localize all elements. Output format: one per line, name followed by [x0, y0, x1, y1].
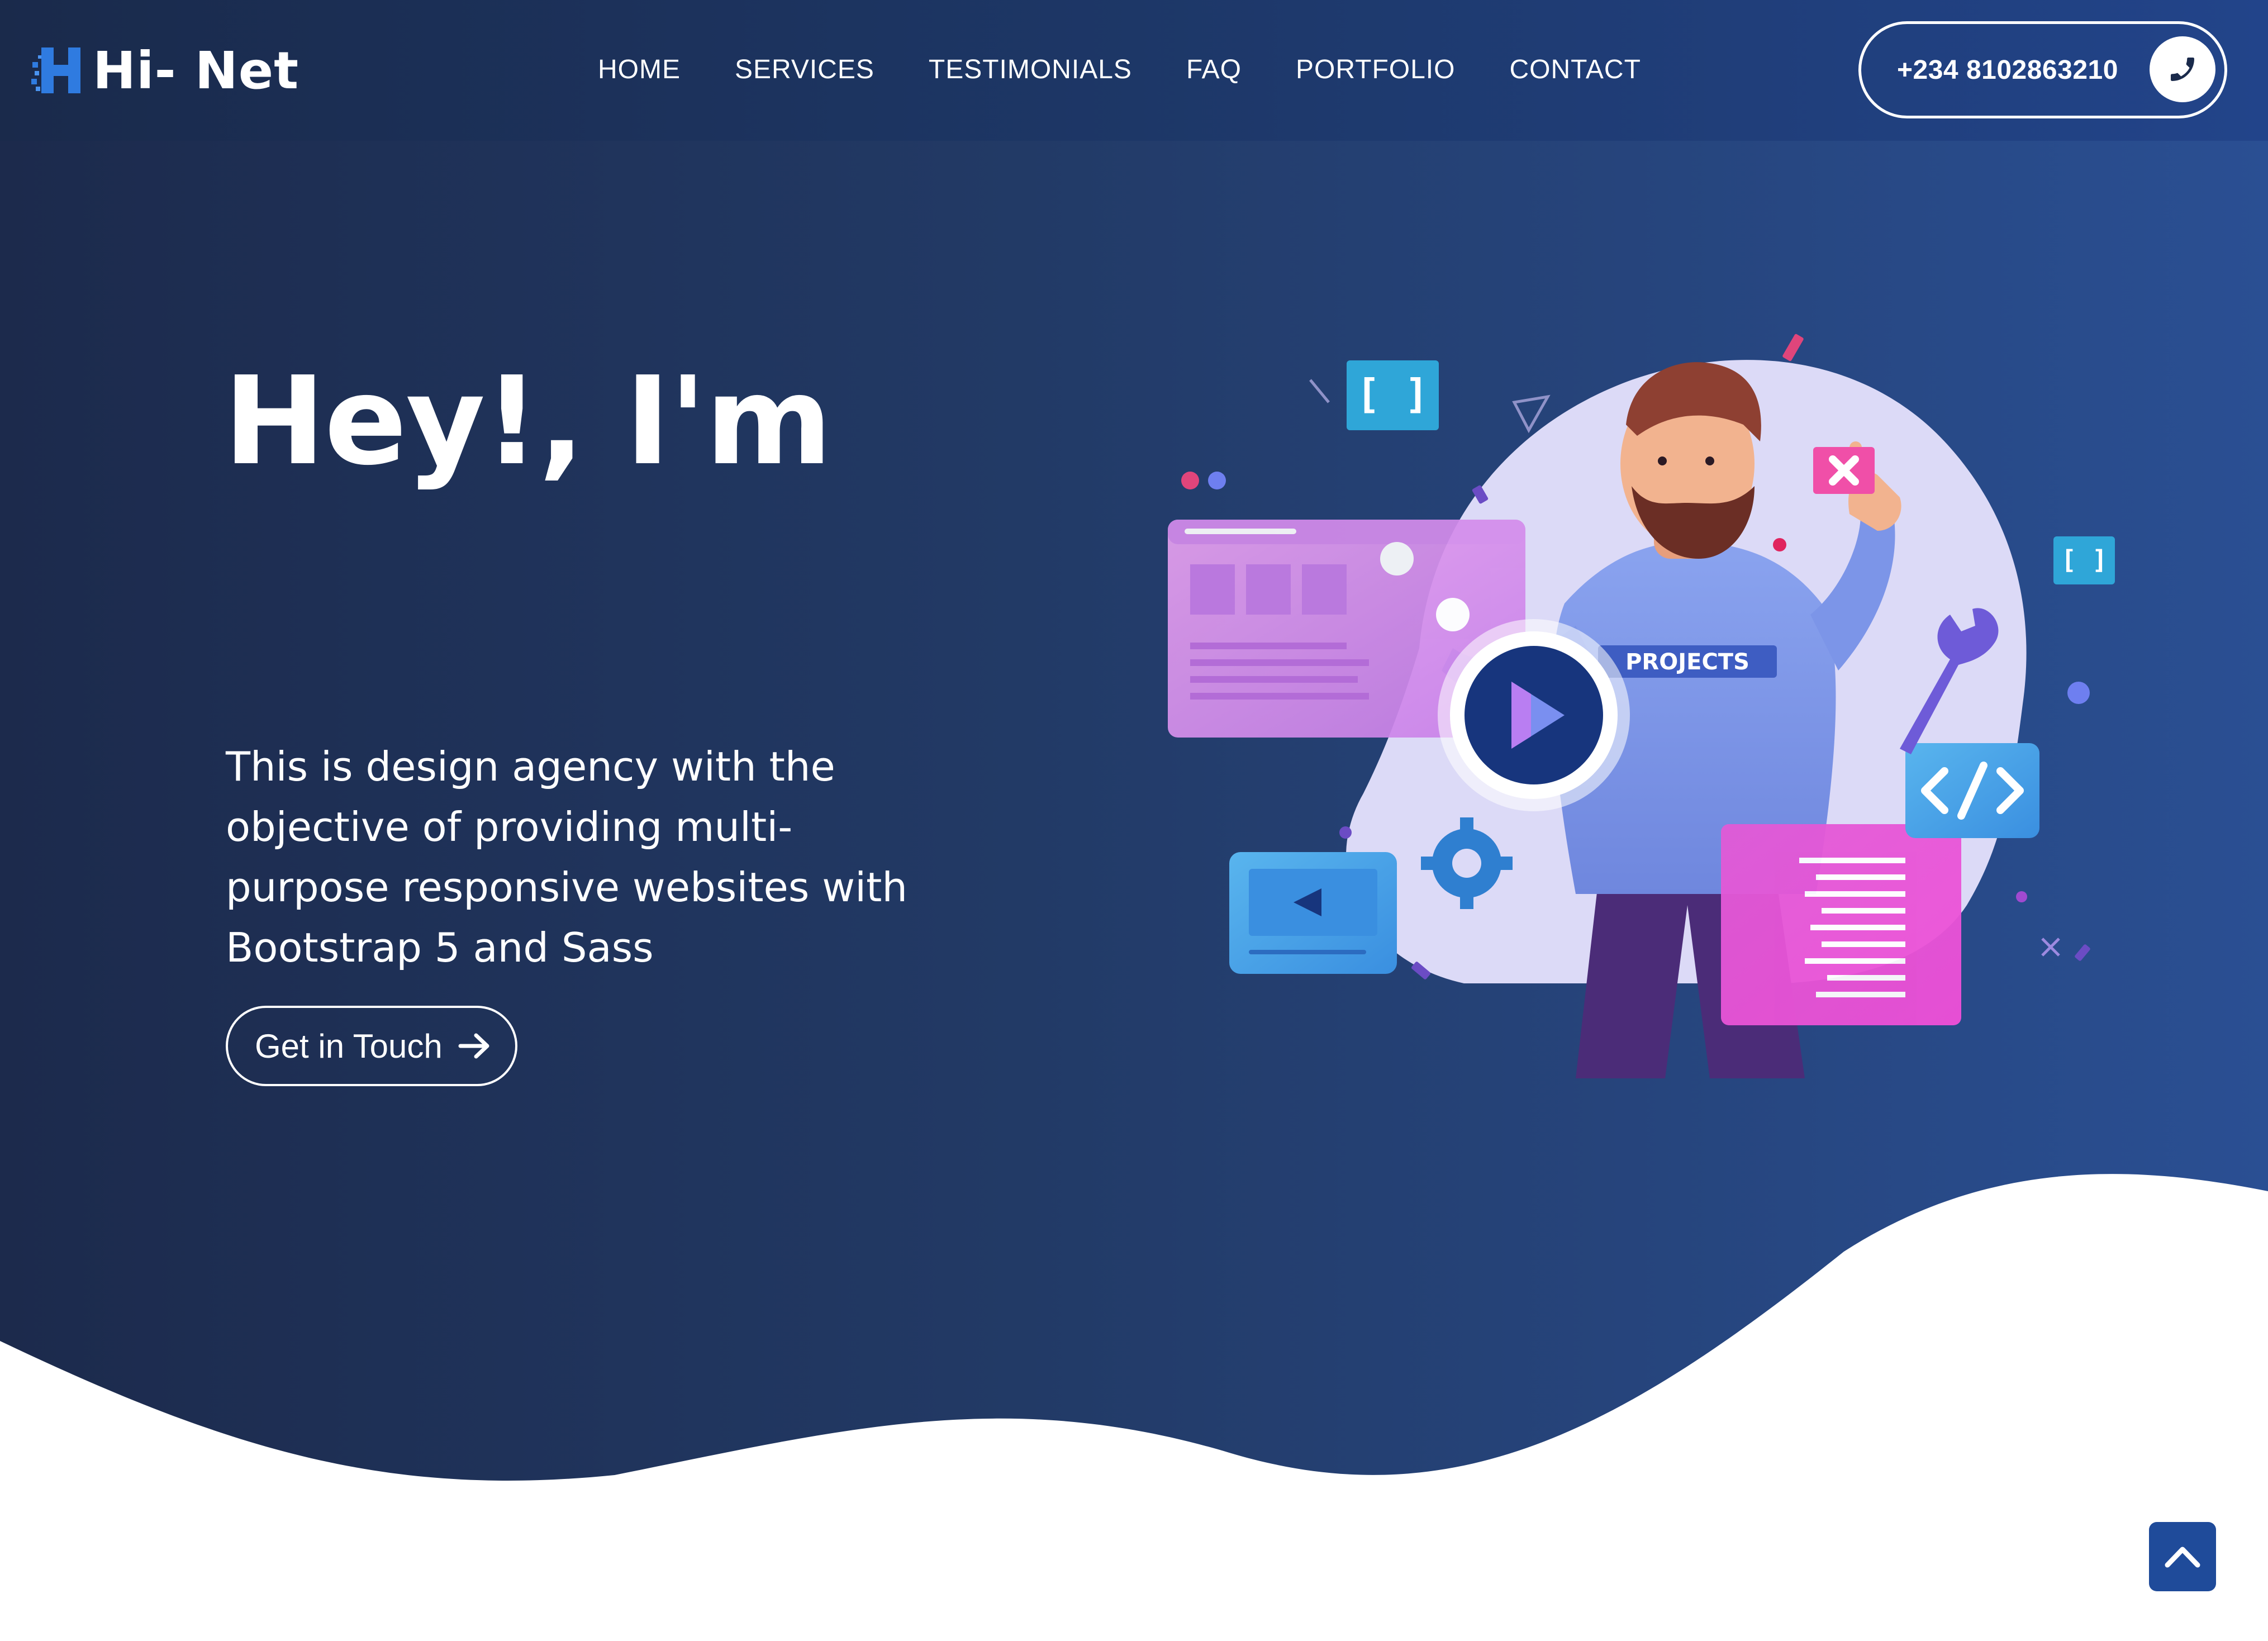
code-panel-graphic — [1721, 824, 1961, 1025]
brand-logo[interactable]: Hi- Net — [29, 36, 299, 105]
logo-mark-icon — [31, 47, 80, 93]
phone-number: +234 8102863210 — [1897, 55, 2118, 85]
hero-wave-divider — [0, 1174, 2268, 1641]
main-nav: HOME SERVICES TESTIMONIALS FAQ PORTFOLIO… — [598, 50, 1641, 89]
hero-illustration: PROJECTS [] [] — [1168, 334, 2115, 1078]
get-in-touch-label: Get in Touch — [255, 1027, 443, 1065]
brand-name: Hi- Net — [93, 40, 299, 101]
code-tag-graphic — [1905, 743, 2039, 838]
nav-faq[interactable]: FAQ — [1186, 50, 1242, 89]
hero-description: This is design agency with the objective… — [226, 743, 907, 971]
nav-contact[interactable]: CONTACT — [1509, 50, 1641, 89]
brackets-box-graphic: [ ] — [1347, 360, 1439, 430]
shirt-sign-text: PROJECTS — [1625, 649, 1749, 675]
nav-portfolio[interactable]: PORTFOLIO — [1296, 50, 1456, 89]
close-box-graphic — [1813, 447, 1875, 494]
hero-title: Hey!, I'm — [224, 351, 833, 492]
nav-testimonials[interactable]: TESTIMONIALS — [929, 50, 1132, 89]
phone-contact-button[interactable]: +234 8102863210 — [1858, 21, 2227, 118]
nav-home[interactable]: HOME — [598, 50, 681, 89]
scroll-to-top-button[interactable] — [2149, 1522, 2216, 1591]
nav-services[interactable]: SERVICES — [735, 50, 874, 89]
svg-text:[ ]: [ ] — [1356, 370, 1429, 417]
navbar: Hi- Net HOME SERVICES TESTIMONIALS FAQ P… — [0, 0, 2268, 141]
brackets-box-small-graphic: [ ] — [2053, 536, 2115, 584]
svg-text:[ ]: [ ] — [2061, 545, 2107, 575]
arrow-right-icon — [458, 1032, 492, 1060]
chevron-up-icon — [2165, 1547, 2200, 1568]
video-panel-graphic — [1229, 852, 1397, 974]
phone-icon[interactable] — [2150, 36, 2215, 102]
play-video-button — [1438, 619, 1630, 811]
get-in-touch-button[interactable]: Get in Touch — [226, 1006, 517, 1086]
page: Hi- Net HOME SERVICES TESTIMONIALS FAQ P… — [0, 0, 2268, 1641]
